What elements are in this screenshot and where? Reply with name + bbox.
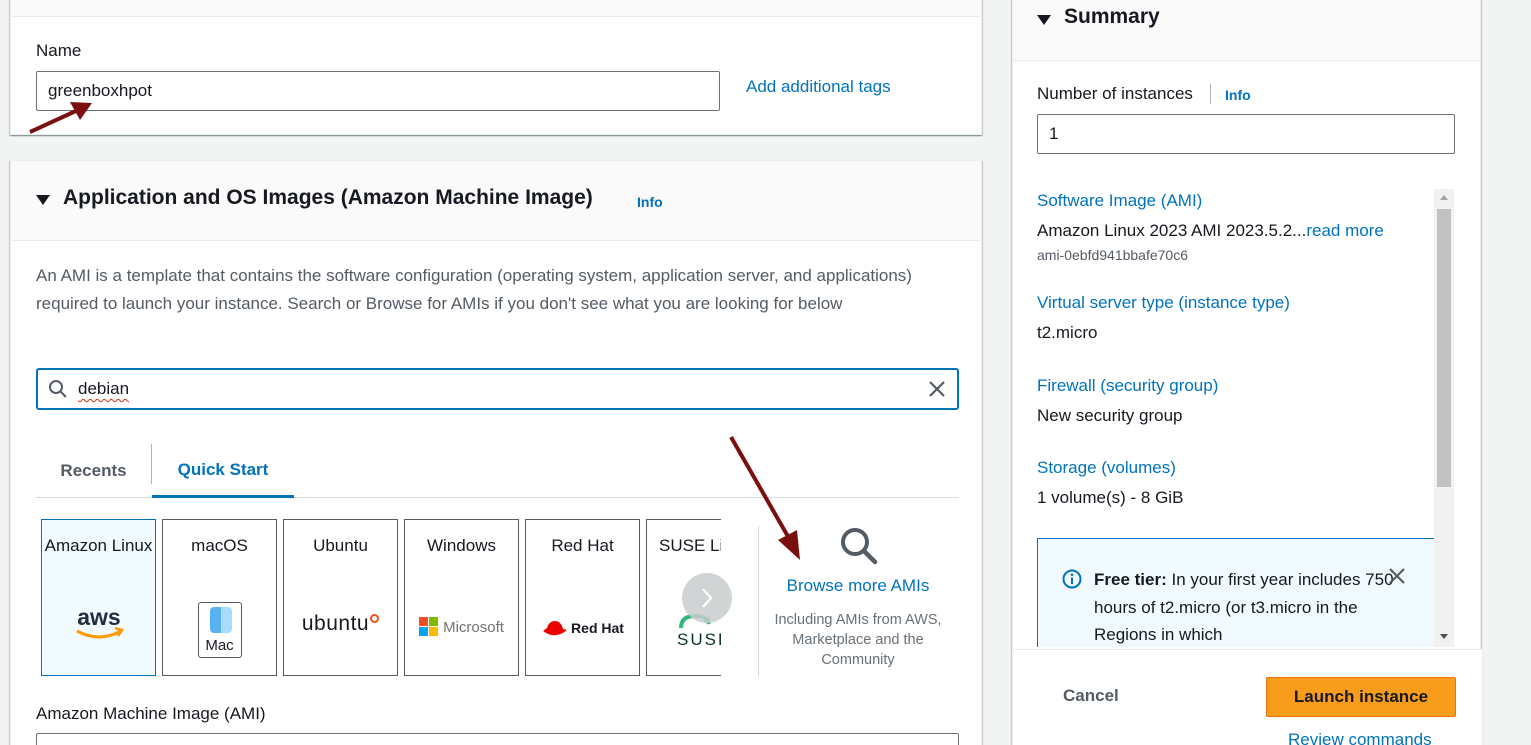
clear-search-icon[interactable] xyxy=(927,379,947,404)
info-circle-icon xyxy=(1062,569,1082,594)
free-tier-alert: Free tier: In your first year includes 7… xyxy=(1037,538,1435,647)
launch-instance-button[interactable]: Launch instance xyxy=(1266,677,1456,717)
tile-name: Ubuntu xyxy=(313,536,368,555)
ami-select[interactable] xyxy=(36,733,959,745)
microsoft-logo-icon: Microsoft xyxy=(405,617,518,637)
summary-instance-type-link[interactable]: Virtual server type (instance type) xyxy=(1037,293,1290,313)
ami-tabs: Recents Quick Start xyxy=(36,444,959,498)
summary-instance-type-value: t2.micro xyxy=(1037,323,1098,342)
name-label: Name xyxy=(36,41,82,60)
os-tiles: Amazon Linux aws macOS Mac Ubuntu ubuntu… xyxy=(41,519,721,679)
ami-description: An AMI is a template that contains the s… xyxy=(36,266,912,313)
redhat-logo-icon: Red Hat xyxy=(526,618,639,638)
summary-firewall-link[interactable]: Firewall (security group) xyxy=(1037,376,1218,396)
tile-name: Windows xyxy=(427,536,496,555)
search-icon xyxy=(48,379,68,404)
summary-firewall-value: New security group xyxy=(1037,406,1183,425)
free-tier-text: Free tier: In your first year includes 7… xyxy=(1094,570,1394,644)
tile-macos[interactable]: macOS Mac xyxy=(162,519,277,676)
tile-name: Amazon Linux xyxy=(44,536,153,555)
scroll-up-icon[interactable] xyxy=(1440,195,1448,200)
instances-info-link[interactable]: Info xyxy=(1225,87,1251,103)
browse-more-amis: Browse more AMIs Including AMIs from AWS… xyxy=(773,526,943,670)
tile-name: SUSE Li xyxy=(659,536,721,555)
summary-scroll-area: Software Image (AMI) Amazon Linux 2023 A… xyxy=(1013,189,1482,647)
browse-more-amis-description: Including AMIs from AWS, Marketplace and… xyxy=(774,612,942,668)
browse-search-icon[interactable] xyxy=(839,526,879,571)
tile-name: Red Hat xyxy=(551,536,614,555)
scroll-down-icon[interactable] xyxy=(1440,634,1448,639)
name-panel: Name greenboxhpot Add additional tags xyxy=(10,0,982,135)
tile-name: macOS xyxy=(191,536,248,555)
read-more-link[interactable]: read more xyxy=(1306,221,1383,240)
tab-recents[interactable]: Recents xyxy=(36,444,151,498)
name-input[interactable]: greenboxhpot xyxy=(36,71,720,111)
mac-logo-icon: Mac xyxy=(163,602,276,658)
summary-ami-value: Amazon Linux 2023 AMI 2023.5.2...read mo… xyxy=(1037,221,1384,240)
summary-storage-value: 1 volume(s) - 8 GiB xyxy=(1037,488,1184,507)
collapse-caret-icon[interactable] xyxy=(1037,15,1051,25)
tile-ubuntu[interactable]: Ubuntu ubuntu xyxy=(283,519,398,676)
cancel-button[interactable]: Cancel xyxy=(1063,686,1119,706)
ami-search-input[interactable]: debian xyxy=(36,368,959,410)
ami-section-title: Application and OS Images (Amazon Machin… xyxy=(63,186,593,209)
ami-panel: Application and OS Images (Amazon Machin… xyxy=(10,160,982,745)
browse-more-amis-link[interactable]: Browse more AMIs xyxy=(773,576,943,596)
summary-footer: Cancel Launch instance Review commands xyxy=(1013,649,1482,745)
add-tags-link[interactable]: Add additional tags xyxy=(746,77,891,97)
ubuntu-logo-icon: ubuntu xyxy=(284,612,397,636)
label-divider xyxy=(1210,84,1211,104)
summary-ami-link[interactable]: Software Image (AMI) xyxy=(1037,191,1202,211)
instances-label: Number of instances xyxy=(1037,84,1193,103)
summary-header: Summary xyxy=(1013,0,1480,61)
review-commands-link[interactable]: Review commands xyxy=(1288,730,1432,745)
scrollbar-thumb[interactable] xyxy=(1437,209,1451,487)
close-icon[interactable] xyxy=(1388,567,1406,590)
tile-windows[interactable]: Windows Microsoft xyxy=(404,519,519,676)
aws-logo-icon: aws xyxy=(42,605,155,643)
tile-red-hat[interactable]: Red Hat Red Hat xyxy=(525,519,640,676)
ami-info-link[interactable]: Info xyxy=(637,194,663,210)
summary-ami-id: ami-0ebfd941bbafe70c6 xyxy=(1037,247,1189,263)
ami-select-label: Amazon Machine Image (AMI) xyxy=(36,704,266,723)
search-value: debian xyxy=(78,379,130,398)
svg-text:aws: aws xyxy=(77,605,120,630)
panel-header-strip xyxy=(11,0,981,17)
summary-panel: Summary Number of instances Info 1 Softw… xyxy=(1012,0,1482,745)
summary-scrollbar[interactable] xyxy=(1434,189,1454,647)
summary-title: Summary xyxy=(1064,5,1160,28)
next-tiles-button[interactable] xyxy=(682,573,732,623)
ami-panel-header: Application and OS Images (Amazon Machin… xyxy=(11,161,981,241)
collapse-caret-icon[interactable] xyxy=(36,195,50,205)
tab-quick-start[interactable]: Quick Start xyxy=(152,444,294,498)
tile-amazon-linux[interactable]: Amazon Linux aws xyxy=(41,519,156,676)
browse-divider xyxy=(758,526,759,676)
instances-input[interactable]: 1 xyxy=(1037,114,1455,154)
summary-storage-link[interactable]: Storage (volumes) xyxy=(1037,458,1176,478)
